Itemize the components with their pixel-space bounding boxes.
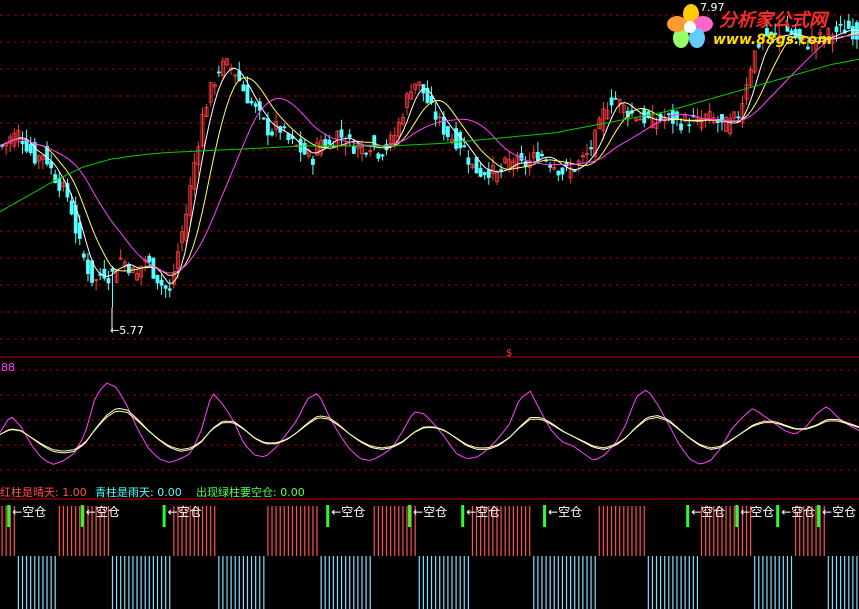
empty-position-label: ←空仓: [548, 505, 583, 519]
candle-body: [86, 259, 90, 275]
empty-position-label: ←空仓: [822, 505, 857, 519]
green-bar: [326, 505, 330, 527]
candle-body: [106, 278, 111, 284]
candle-body: [486, 169, 491, 178]
low-price-value: 5.77: [119, 324, 144, 337]
candle-body: [482, 172, 487, 176]
candle-body: [253, 103, 258, 107]
green-bar: [461, 505, 465, 527]
candle-body: [462, 145, 467, 148]
candle-body: [110, 268, 115, 272]
candle-body: [126, 264, 131, 274]
candle-body: [736, 116, 741, 119]
candle-body: [163, 285, 168, 289]
candle-body: [364, 152, 368, 155]
candle-body: [20, 140, 25, 145]
candle-body: [433, 111, 438, 120]
empty-position-label: ←空仓: [12, 505, 47, 519]
candle-body: [466, 157, 471, 165]
empty-position-label: ←空仓: [85, 505, 120, 519]
candle-body: [478, 168, 483, 177]
green-bar: [80, 505, 84, 527]
candle-body: [446, 126, 450, 137]
candle-body: [245, 84, 250, 104]
low-price-label: ←5.77: [110, 325, 144, 337]
candle-body: [266, 118, 270, 136]
watermark-url: www.88gs.com: [713, 32, 832, 48]
candle-body: [556, 170, 561, 176]
candle-body: [298, 138, 303, 153]
candle-body: [155, 274, 160, 284]
candle-body: [666, 113, 671, 116]
candle-body: [687, 124, 692, 127]
green-bar: [543, 505, 547, 527]
candle-body: [458, 131, 463, 149]
candle-body: [380, 154, 385, 157]
candle-body: [540, 153, 544, 157]
candle-body: [159, 279, 164, 286]
green-bar: [735, 505, 739, 527]
candle-body: [249, 100, 254, 104]
ma20-line: [0, 34, 859, 274]
candle-body: [670, 110, 675, 124]
flower-logo-icon: [667, 4, 713, 48]
legend-cyan-bar: 青柱是雨天: 0.00: [95, 486, 182, 499]
dollar-marker: $: [506, 348, 512, 359]
candle-body: [282, 126, 287, 129]
empty-position-label: ←空仓: [740, 505, 775, 519]
candle-body: [69, 200, 74, 215]
candle-body: [441, 116, 446, 135]
low-arrow: ←: [110, 324, 120, 337]
candle-body: [613, 97, 618, 100]
legend-green-bar: 出现绿柱要空仓: 0.00: [196, 486, 305, 499]
candle-body: [327, 139, 332, 145]
watermark-title: 分析家公式网: [719, 10, 827, 31]
empty-position-label: ←空仓: [691, 505, 726, 519]
candle-body: [589, 147, 593, 150]
candle-body: [286, 133, 291, 141]
candle-body: [311, 158, 315, 165]
candle-body: [715, 120, 720, 123]
candle-body: [535, 151, 540, 161]
green-bar: [776, 505, 780, 527]
empty-position-label: ←空仓: [413, 505, 448, 519]
candle-body: [270, 131, 274, 136]
candle-body: [474, 156, 479, 174]
legend-red-bar: 红柱是晴天: 1.00: [0, 486, 87, 499]
green-bar: [686, 505, 690, 527]
candle-body: [57, 178, 62, 191]
green-bar: [408, 505, 412, 527]
candle-body: [560, 167, 565, 175]
green-bar: [162, 505, 166, 527]
green-bar: [7, 505, 11, 527]
candle-body: [351, 145, 356, 154]
candle-body: [499, 169, 503, 172]
candle-body: [216, 71, 221, 74]
watermark: 分析家公式网 www.88gs.com: [663, 2, 859, 52]
candle-body: [679, 123, 683, 131]
empty-position-label: ←空仓: [167, 505, 202, 519]
candle-body: [102, 268, 107, 279]
green-bar: [817, 505, 821, 527]
candle-body: [376, 153, 381, 159]
candle-body: [28, 143, 33, 154]
candle-body: [81, 253, 86, 258]
oscillator-label: 88: [1, 361, 15, 374]
chart-stage: $ ←5.77 7.97 88 红柱是晴天: 1.00 青柱是雨天: 0.00 …: [0, 0, 859, 609]
candle-body: [658, 113, 663, 121]
candle-body: [572, 169, 577, 172]
candle-body: [347, 134, 352, 138]
candle-body: [77, 222, 82, 239]
candle-body: [609, 97, 614, 106]
candle-body: [261, 117, 266, 120]
candle-body: [241, 84, 246, 92]
candle-body: [151, 257, 156, 279]
candle-body: [339, 129, 344, 138]
empty-position-label: ←空仓: [781, 505, 816, 519]
empty-position-label: ←空仓: [466, 505, 501, 519]
candle-body: [167, 288, 172, 291]
candle-body: [147, 255, 152, 263]
empty-position-label: ←空仓: [331, 505, 366, 519]
